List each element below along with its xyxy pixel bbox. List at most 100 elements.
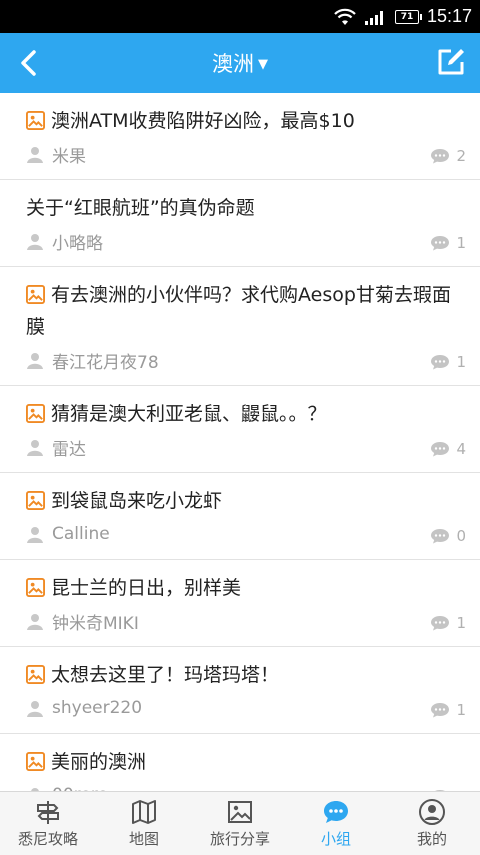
comment-icon — [431, 703, 450, 718]
post-meta: 雷达 — [26, 432, 466, 462]
post-item[interactable]: 猜猜是澳大利亚老鼠、鼹鼠。。？ 雷达 4 — [0, 386, 480, 473]
tab-mine[interactable]: 我的 — [384, 792, 480, 855]
post-title-text: 美丽的澳洲 — [51, 751, 147, 773]
tab-label: 小组 — [320, 830, 351, 848]
post-title: 到袋鼠岛来吃小龙虾 — [26, 485, 466, 517]
user-icon — [27, 234, 43, 250]
post-title-text: 澳洲ATM收费陷阱好凶险，最高$10 — [51, 110, 355, 132]
post-meta: Calline — [26, 519, 466, 549]
post-item[interactable]: 美丽的澳洲00rere2 — [0, 734, 480, 791]
comment-count: 2 — [430, 147, 466, 165]
comment-count-value: 1 — [456, 234, 466, 252]
post-meta: 钟米奇MIKI — [26, 606, 466, 636]
compose-button[interactable] — [434, 45, 468, 79]
post-title: 猜猜是澳大利亚老鼠、鼹鼠。。？ — [26, 398, 466, 430]
comment-count-value: 0 — [456, 527, 466, 545]
comment-count-value: 1 — [456, 353, 466, 371]
post-item[interactable]: 太想去这里了！玛塔玛塔！ shyeer220 1 — [0, 647, 480, 734]
image-post-icon — [26, 404, 45, 423]
post-title: 昆士兰的日出，别样美 — [26, 572, 466, 604]
photo-icon — [228, 801, 252, 823]
post-title: 有去澳洲的小伙伴吗？求代购Aesop甘菊去瑕面膜 — [26, 279, 466, 343]
comment-count: 4 — [430, 440, 466, 458]
comment-icon — [431, 355, 450, 370]
user-icon — [27, 614, 43, 630]
comment-count: 1 — [430, 353, 466, 371]
post-title: 太想去这里了！玛塔玛塔！ — [26, 659, 466, 691]
comment-count-value: 1 — [456, 701, 466, 719]
tab-map[interactable]: 地图 — [96, 792, 192, 855]
map-icon — [132, 800, 156, 824]
tab-travel-share[interactable]: 旅行分享 — [192, 792, 288, 855]
battery-icon: 71 — [394, 9, 422, 24]
post-author: Calline — [52, 524, 110, 544]
post-item[interactable]: 关于“红眼航班”的真伪命题小略略 1 — [0, 180, 480, 267]
post-meta: 米果 — [26, 139, 466, 169]
status-time: 15:17 — [426, 6, 472, 26]
page-title: 澳洲 — [212, 52, 254, 76]
caret-down-icon: ▼ — [258, 56, 268, 72]
post-item[interactable]: 到袋鼠岛来吃小龙虾 Calline 0 — [0, 473, 480, 560]
post-title: 澳洲ATM收费陷阱好凶险，最高$10 — [26, 105, 466, 137]
post-author: shyeer220 — [52, 698, 143, 718]
comment-count: 0 — [430, 527, 466, 545]
post-title-text: 有去澳洲的小伙伴吗？求代购Aesop甘菊去瑕面膜 — [26, 284, 451, 338]
tab-label: 旅行分享 — [209, 830, 270, 848]
user-icon — [27, 527, 43, 543]
chat-bubble-icon — [324, 801, 348, 823]
signpost-icon — [37, 801, 59, 824]
bottom-tab-bar: 悉尼攻略 地图 旅行分享 小组 我的 — [0, 791, 480, 855]
comment-count-value: 2 — [456, 147, 466, 165]
post-title: 关于“红眼航班”的真伪命题 — [26, 192, 466, 224]
post-title-text: 到袋鼠岛来吃小龙虾 — [51, 490, 223, 512]
image-post-icon — [26, 578, 45, 597]
signal-icon — [364, 10, 383, 25]
user-icon — [27, 440, 43, 456]
image-post-icon — [26, 752, 45, 771]
wifi-icon — [334, 8, 356, 25]
comment-icon — [431, 149, 450, 164]
image-post-icon — [26, 285, 45, 304]
post-title-text: 昆士兰的日出，别样美 — [51, 577, 242, 599]
image-post-icon — [26, 111, 45, 130]
post-list[interactable]: 澳洲ATM收费陷阱好凶险，最高$10 米果 2 关于“红眼航班”的真伪命题 小略略 1 有去… — [0, 93, 480, 791]
comment-count: 1 — [430, 701, 466, 719]
comment-count-value: 1 — [456, 614, 466, 632]
tab-label: 我的 — [416, 830, 447, 848]
status-bar: 71 15:17 — [0, 0, 480, 33]
post-item[interactable]: 昆士兰的日出，别样美 钟米奇MIKI 1 — [0, 560, 480, 647]
comment-count: 1 — [430, 614, 466, 632]
comment-icon — [431, 529, 450, 544]
post-title-text: 关于“红眼航班”的真伪命题 — [26, 197, 255, 219]
post-item[interactable]: 澳洲ATM收费陷阱好凶险，最高$10 米果 2 — [0, 93, 480, 180]
post-title-text: 太想去这里了！玛塔玛塔！ — [51, 664, 280, 686]
tab-label: 地图 — [128, 830, 159, 848]
tab-label: 悉尼攻略 — [17, 830, 78, 848]
comment-count: 1 — [430, 234, 466, 252]
comment-icon — [431, 616, 450, 631]
comment-icon — [431, 236, 450, 251]
user-icon — [27, 147, 43, 163]
comment-count-value: 4 — [456, 440, 466, 458]
image-post-icon — [26, 491, 45, 510]
post-meta: 春江花月夜78 — [26, 345, 466, 375]
comment-icon — [431, 442, 450, 457]
edit-icon — [438, 49, 464, 75]
post-author: 米果 — [52, 146, 86, 167]
title-bar: 澳洲 ▼ — [0, 33, 480, 93]
post-author: 小略略 — [52, 233, 103, 254]
post-meta: 小略略 — [26, 226, 466, 256]
image-post-icon — [26, 665, 45, 684]
tab-guide[interactable]: 悉尼攻略 — [0, 792, 96, 855]
post-title: 美丽的澳洲 — [26, 746, 466, 778]
region-selector[interactable]: 澳洲 ▼ — [0, 33, 480, 93]
post-meta: 00rere — [26, 780, 466, 791]
post-author: 钟米奇MIKI — [52, 613, 139, 634]
post-item[interactable]: 有去澳洲的小伙伴吗？求代购Aesop甘菊去瑕面膜春江花月夜78 1 — [0, 267, 480, 386]
post-author: 春江花月夜78 — [52, 352, 159, 373]
post-author: 雷达 — [52, 439, 86, 460]
user-icon — [27, 353, 43, 369]
user-icon — [27, 701, 43, 717]
post-title-text: 猜猜是澳大利亚老鼠、鼹鼠。。？ — [51, 403, 327, 425]
tab-group[interactable]: 小组 — [288, 792, 384, 855]
